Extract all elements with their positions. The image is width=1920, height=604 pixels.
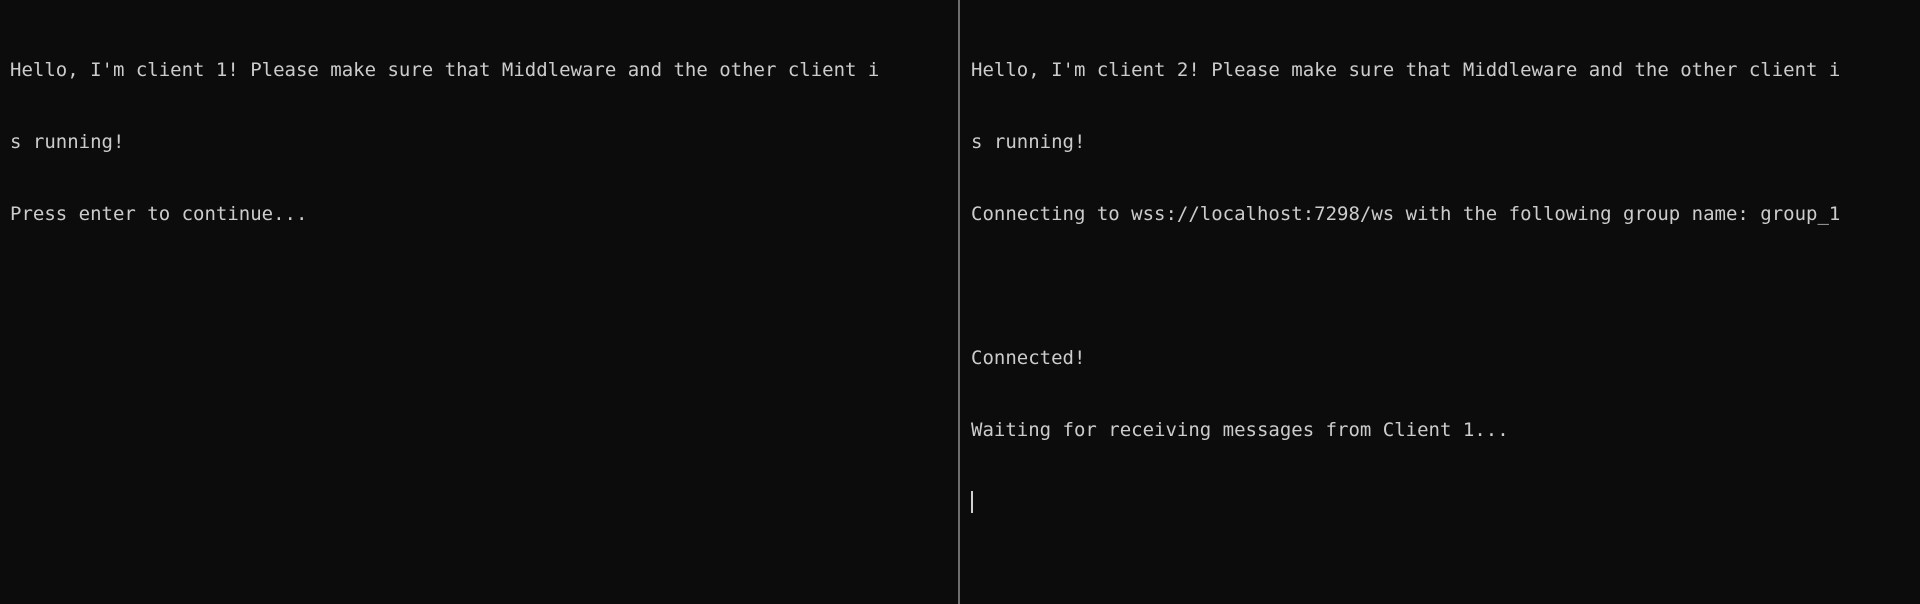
terminal-line: Waiting for receiving messages from Clie… xyxy=(971,419,1509,441)
terminal-line: Connecting to wss://localhost:7298/ws wi… xyxy=(971,203,1841,225)
terminal-line: Press enter to continue... xyxy=(10,203,308,225)
text-cursor xyxy=(971,491,973,513)
terminal-line: s running! xyxy=(971,131,1086,153)
terminal-line: s running! xyxy=(10,131,125,153)
terminal-line: Hello, I'm client 1! Please make sure th… xyxy=(10,59,880,81)
terminal-pane-client-2[interactable]: Hello, I'm client 2! Please make sure th… xyxy=(960,0,1920,604)
terminal-output: Hello, I'm client 2! Please make sure th… xyxy=(971,10,1840,561)
terminal-split-view: Hello, I'm client 1! Please make sure th… xyxy=(0,0,1920,604)
terminal-pane-client-1[interactable]: Hello, I'm client 1! Please make sure th… xyxy=(0,0,958,604)
terminal-line: Hello, I'm client 2! Please make sure th… xyxy=(971,59,1841,81)
terminal-line: Connected! xyxy=(971,347,1086,369)
terminal-output: Hello, I'm client 1! Please make sure th… xyxy=(10,10,879,274)
